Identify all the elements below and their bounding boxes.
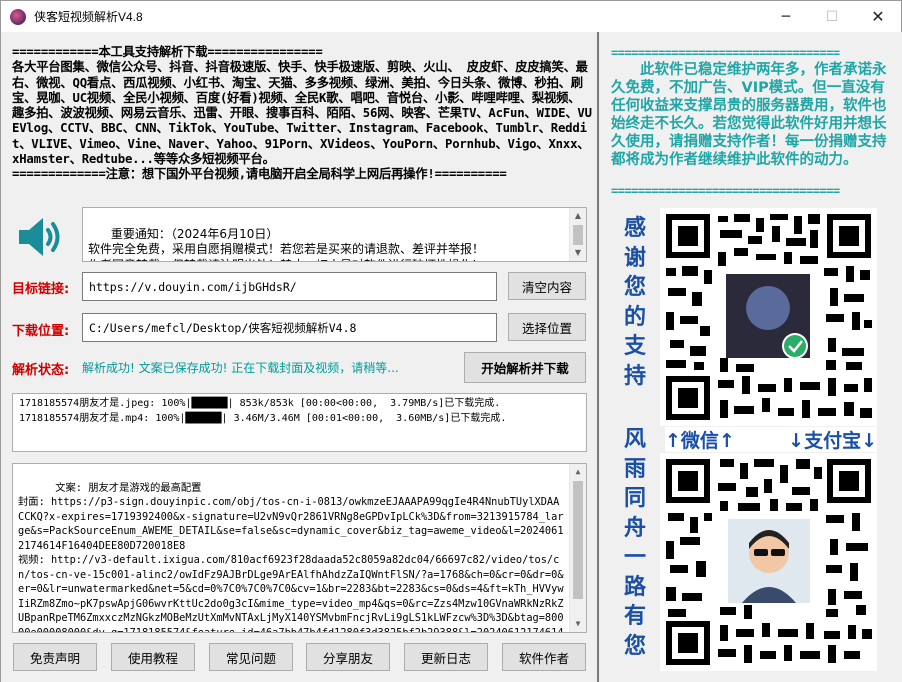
vertical-char: 一 [623, 544, 646, 570]
minimize-button[interactable]: ─ [763, 1, 809, 32]
log-scrollbar[interactable]: ▲ ▼ [569, 464, 586, 632]
notice-scrollbar[interactable]: ▲ ▼ [569, 208, 586, 261]
wechat-label: ↑微信↑ [665, 430, 735, 452]
vertical-char: 支 [623, 333, 646, 359]
vertical-char: 舟 [623, 514, 646, 541]
vertical-char: 有 [623, 603, 646, 629]
title-bar: 侠客短视频解析V4.8 ─ ☐ ✕ [1, 1, 901, 32]
target-link-label: 目标链接: [12, 282, 70, 297]
notice-body: 各大平台图集、微信公众号、抖音、抖音极速版、快手、快手极速版、剪映、火山、 皮皮… [12, 60, 592, 167]
parse-status-label: 解析状态: [12, 363, 70, 378]
faq-button[interactable]: 常见问题 [209, 643, 293, 671]
scroll-down-icon[interactable]: ▼ [570, 245, 586, 261]
app-icon [10, 8, 26, 25]
scroll-thumb[interactable] [573, 225, 583, 245]
left-panel: ============本工具支持解析下载================ 各大… [1, 32, 597, 682]
supported-platforms-notice: ============本工具支持解析下载================ 各大… [12, 45, 592, 183]
vertical-char: 的 [623, 303, 646, 330]
vertical-char: 感 [623, 215, 646, 241]
payment-labels: ↑微信↑ ↓支付宝↓ [665, 427, 877, 452]
vertical-char: 雨 [623, 455, 646, 482]
separator-bottom: ================================== [611, 184, 840, 198]
donation-panel: ================================== 此软件已稳… [599, 32, 902, 682]
result-log-box[interactable]: 文案: 朋友才是游戏的最高配置 封面: https://p3-sign.douy… [12, 463, 587, 633]
vertical-char: 您 [623, 274, 646, 300]
window-title: 侠客短视频解析V4.8 [34, 10, 143, 24]
scroll-thumb[interactable] [573, 481, 583, 599]
alipay-qr-code [660, 453, 877, 671]
speaker-icon [19, 218, 60, 256]
vertical-char: 谢 [623, 244, 646, 271]
disclaimer-button[interactable]: 免责声明 [13, 643, 97, 671]
vertical-char: 路 [623, 573, 646, 600]
scroll-up-icon[interactable]: ▲ [570, 464, 586, 480]
together-vertical-text: 风 雨 同 舟 一 路 有 您 [617, 425, 653, 661]
scroll-up-icon[interactable]: ▲ [570, 208, 586, 224]
important-notice-text: 重要通知：（2024年6月10日） 软件完全免费，采用自愿捐赠模式！若您若是买来… [88, 226, 485, 262]
progress-line-image: 1718185574朋友才是.jpeg: 100%|██████| 853k/8… [19, 398, 501, 409]
download-location-input[interactable]: C:/Users/mefcl/Desktop/侠客短视频解析V4.8 [82, 313, 497, 342]
notice-footer: =============注意：想下国外平台视频,请电脑开启全局科学上网后再操作… [12, 167, 507, 182]
changelog-button[interactable]: 更新日志 [404, 643, 488, 671]
separator-top: ================================== [611, 46, 840, 60]
vertical-char: 同 [623, 485, 646, 511]
download-location-label: 下载位置: [12, 324, 70, 339]
author-button[interactable]: 软件作者 [502, 643, 586, 671]
share-friends-button[interactable]: 分享朋友 [306, 643, 390, 671]
tutorial-button[interactable]: 使用教程 [111, 643, 195, 671]
important-notice-box[interactable]: 重要通知：（2024年6月10日） 软件完全免费，采用自愿捐赠模式！若您若是买来… [82, 207, 587, 262]
notice-header: ============本工具支持解析下载================ [12, 45, 323, 59]
start-parse-download-button[interactable]: 开始解析并下载 [464, 352, 586, 383]
target-link-input[interactable]: https://v.douyin.com/ijbGHdsR/ [82, 272, 497, 301]
result-log-text: 文案: 朋友才是游戏的最高配置 封面: https://p3-sign.douy… [18, 481, 564, 633]
donation-message: 此软件已稳定维护两年多，作者承诺永久免费，不加广告、VIP模式。但一直没有任何收… [611, 62, 887, 168]
maximize-button[interactable]: ☐ [809, 1, 855, 32]
download-progress-box[interactable]: 1718185574朋友才是.jpeg: 100%|██████| 853k/8… [12, 393, 587, 452]
alipay-label: ↓支付宝↓ [788, 430, 877, 452]
parse-status-text: 解析成功! 文案已保存成功! 正在下载封面及视频，请稍等... [82, 361, 399, 375]
wechat-qr-code [660, 208, 877, 426]
clear-content-button[interactable]: 清空内容 [508, 272, 586, 300]
choose-location-button[interactable]: 选择位置 [508, 313, 586, 341]
vertical-char: 风 [623, 426, 646, 452]
close-button[interactable]: ✕ [855, 1, 901, 32]
progress-line-video: 1718185574朋友才是.mp4: 100%|██████| 3.46M/3… [19, 412, 507, 424]
thanks-vertical-text: 感 谢 您 的 支 持 [617, 214, 653, 391]
vertical-char: 持 [623, 362, 646, 389]
scroll-down-icon[interactable]: ▼ [570, 616, 586, 632]
vertical-char: 您 [623, 632, 646, 659]
main-window: 侠客短视频解析V4.8 ─ ☐ ✕ ============本工具支持解析下载=… [0, 0, 902, 682]
